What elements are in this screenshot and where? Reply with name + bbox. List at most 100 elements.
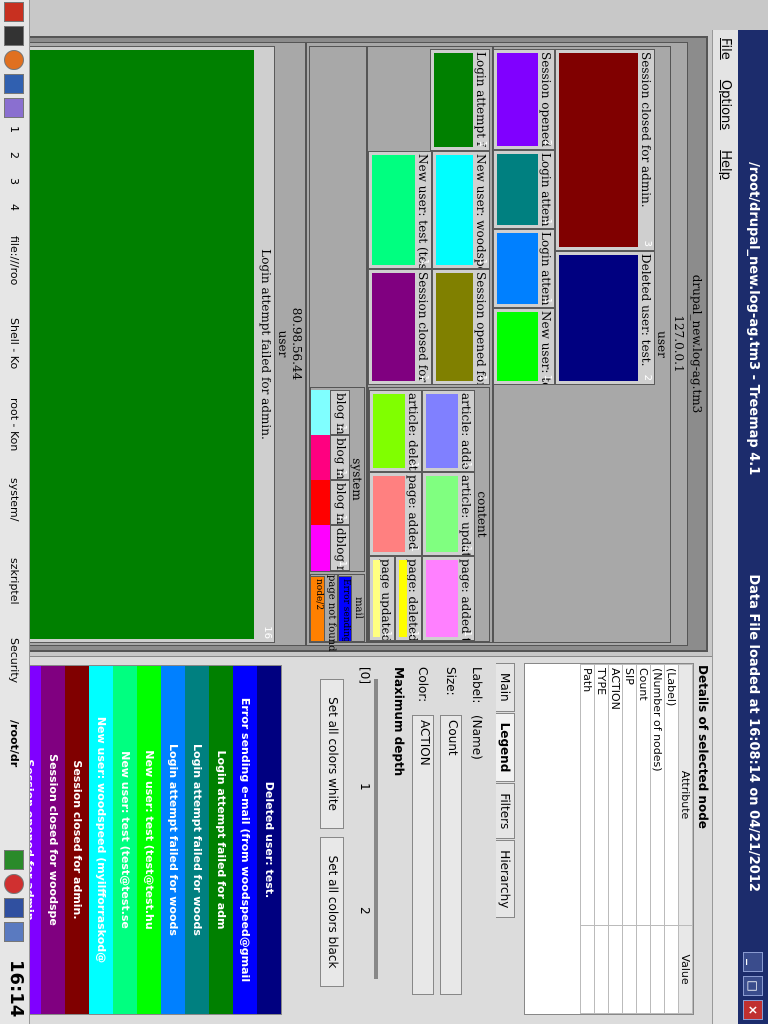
node-count: 1 bbox=[477, 374, 488, 381]
node-login-attem-1[interactable]: Login attem 1 bbox=[493, 150, 555, 229]
task-root-dr[interactable]: /root/dr bbox=[4, 720, 24, 790]
node-page-added-test2[interactable]: page: added test2. 1 bbox=[422, 556, 475, 641]
node-fill bbox=[399, 560, 407, 637]
color-select[interactable]: ACTION bbox=[412, 715, 434, 995]
app-icon[interactable] bbox=[4, 74, 24, 94]
legend-item[interactable]: Login attempt failed for woods bbox=[185, 666, 209, 1014]
firefox-icon[interactable] bbox=[4, 50, 24, 70]
legend-item[interactable]: Session closed for admin. bbox=[65, 666, 89, 1014]
legend-item[interactable]: Session closed for woodspe bbox=[41, 666, 65, 1014]
legend-item[interactable]: New user: woodspeed (myilfforraskod@ bbox=[89, 666, 113, 1014]
node-page-deleted-test2[interactable]: page: deleted test2 1 bbox=[395, 556, 422, 641]
legend-item[interactable]: Deleted user: test. bbox=[257, 666, 281, 1014]
tab-main[interactable]: Main bbox=[496, 663, 515, 712]
terminal-icon[interactable] bbox=[4, 26, 24, 46]
menu-file[interactable]: File bbox=[713, 30, 738, 68]
max-depth-slider[interactable] bbox=[374, 679, 378, 979]
node-fill bbox=[559, 53, 638, 247]
set-colors-black-button[interactable]: Set all colors black bbox=[320, 837, 344, 987]
node-label: article: updat bbox=[459, 475, 473, 556]
size-select[interactable]: Count bbox=[440, 715, 462, 995]
node-count: 2 bbox=[642, 374, 653, 381]
close-button[interactable]: × bbox=[743, 1000, 763, 1020]
workspace-4[interactable]: 4 bbox=[4, 204, 24, 211]
node-label: Login attempt failed for admin. bbox=[259, 249, 273, 440]
node-fill bbox=[497, 53, 538, 146]
task-root-kon[interactable]: root - Kon bbox=[4, 398, 24, 468]
node-count: 1 bbox=[337, 469, 348, 476]
node-session-opened[interactable]: Session opened 2 bbox=[493, 49, 555, 150]
maximize-button[interactable]: □ bbox=[743, 976, 763, 996]
workspace-2[interactable]: 2 bbox=[4, 152, 24, 159]
group-ip-127[interactable]: 127.0.0.1 user Session closed for admin.… bbox=[306, 42, 688, 652]
node-count: 1 bbox=[462, 630, 473, 637]
node-fill bbox=[311, 525, 330, 571]
group-system-row[interactable]: system blog module di 1 blog module in 1… bbox=[309, 46, 367, 652]
legend-item[interactable]: Login attempt failed for woods bbox=[161, 666, 185, 1014]
task-szkriptel[interactable]: szkriptel bbox=[4, 558, 24, 628]
node-login-attempt-f[interactable]: Login attempt f 1 bbox=[430, 49, 490, 151]
group-page-not-found[interactable]: page not found node/2 bbox=[310, 574, 338, 652]
tray-monitor-icon[interactable] bbox=[4, 922, 24, 942]
node-article-delete[interactable]: article: delete 1 bbox=[369, 390, 422, 472]
node-fill bbox=[372, 273, 415, 381]
node-session-opened-for[interactable]: Session opened for 1 bbox=[432, 269, 490, 385]
node-dblog-module-d[interactable]: dblog module d 1 bbox=[330, 525, 350, 571]
group-user-1b[interactable]: Login attempt f 1 New user: test (test 1… bbox=[367, 46, 493, 643]
node-blog-module-di[interactable]: blog module di 1 bbox=[330, 390, 350, 435]
menu-options[interactable]: Options bbox=[713, 72, 738, 138]
group-mail[interactable]: mail Error sending e bbox=[338, 574, 365, 642]
start-menu-icon[interactable] bbox=[4, 2, 24, 22]
node-article-updat[interactable]: article: updat 1 bbox=[422, 472, 475, 556]
group-system[interactable]: system blog module di 1 blog module in 1… bbox=[310, 387, 365, 572]
node-session-closed-admin[interactable]: Session closed for admin. 3 bbox=[555, 49, 655, 251]
node-deleted-user-test[interactable]: Deleted user: test. 2 bbox=[555, 251, 655, 385]
node-login-attem-2[interactable]: Login attem 1 bbox=[493, 229, 555, 308]
node-fill bbox=[434, 53, 473, 147]
tab-hierarchy[interactable]: Hierarchy bbox=[496, 840, 515, 919]
side-panel: Details of selected node Attribute Value … bbox=[0, 656, 712, 1024]
group-content[interactable]: content article: adde 1 article: delete … bbox=[368, 387, 490, 642]
group-ip-80[interactable]: 80.98.56.44 user Login attempt failed fo… bbox=[10, 42, 306, 646]
node-login-failed-admin[interactable]: Login attempt failed for admin. 16 bbox=[13, 46, 275, 643]
tab-filters[interactable]: Filters bbox=[496, 783, 515, 840]
node-node2[interactable]: node/2 bbox=[310, 576, 325, 642]
group-mail-label: mail bbox=[353, 597, 364, 619]
task-file[interactable]: file:///roo bbox=[4, 236, 24, 306]
tray-network-icon[interactable] bbox=[4, 850, 24, 870]
group-user-1[interactable]: user Session closed for admin. 3 Deleted… bbox=[493, 46, 671, 643]
node-new-user-te[interactable]: New user: te 1 bbox=[493, 308, 555, 385]
legend-item[interactable]: New user: test (test@test.hu bbox=[137, 666, 161, 1014]
node-session-closed-for[interactable]: Session closed for 1 bbox=[368, 269, 432, 385]
node-label: page: added bbox=[406, 475, 420, 550]
task-system[interactable]: system/ bbox=[4, 478, 24, 548]
node-blog-module-en[interactable]: blog module en 1 bbox=[330, 480, 350, 525]
legend-list[interactable]: Deleted user: test. Error sending e-mail … bbox=[10, 665, 282, 1015]
legend-item[interactable]: Error sending e-mail (from woodspeed@gma… bbox=[233, 666, 257, 1014]
set-colors-white-button[interactable]: Set all colors white bbox=[320, 679, 344, 829]
tray-app-icon[interactable] bbox=[4, 898, 24, 918]
treemap-view[interactable]: drupal_new.log-ag.tm3 127.0.0.1 user Ses… bbox=[6, 36, 708, 652]
app2-icon[interactable] bbox=[4, 98, 24, 118]
tab-legend[interactable]: Legend bbox=[496, 712, 515, 783]
details-table[interactable]: Attribute Value (Label) (Number of nodes)… bbox=[524, 663, 694, 1015]
task-shell[interactable]: Shell - Ko bbox=[4, 318, 24, 388]
minimize-button[interactable]: _ bbox=[743, 952, 763, 972]
node-article-adde[interactable]: article: adde 1 bbox=[422, 390, 475, 472]
title-bar: /root/drupal_new.log-ag.tm3 - Treemap 4.… bbox=[738, 30, 768, 1024]
node-count: 1 bbox=[542, 297, 553, 304]
node-new-user-woodspe[interactable]: New user: woodspe 1 bbox=[432, 151, 490, 269]
tray-alert-icon[interactable] bbox=[4, 874, 24, 894]
legend-item[interactable]: New user: test (test@test.se bbox=[113, 666, 137, 1014]
task-security[interactable]: Security bbox=[4, 638, 24, 708]
workspace-3[interactable]: 3 bbox=[4, 178, 24, 185]
node-blog-module-in[interactable]: blog module in 1 bbox=[330, 435, 350, 480]
node-label: article: delete bbox=[406, 393, 420, 472]
legend-item[interactable]: Login attempt failed for adm bbox=[209, 666, 233, 1014]
workspace-1[interactable]: 1 bbox=[4, 126, 24, 133]
node-error-sending-e[interactable]: Error sending e bbox=[338, 576, 352, 642]
node-new-user-test-test[interactable]: New user: test (test 1 bbox=[368, 151, 432, 269]
node-page-updated-test2[interactable]: page updated test2. 1 bbox=[369, 556, 395, 641]
node-page-added[interactable]: page: added 1 bbox=[369, 472, 422, 556]
menu-help[interactable]: Help bbox=[713, 142, 738, 188]
